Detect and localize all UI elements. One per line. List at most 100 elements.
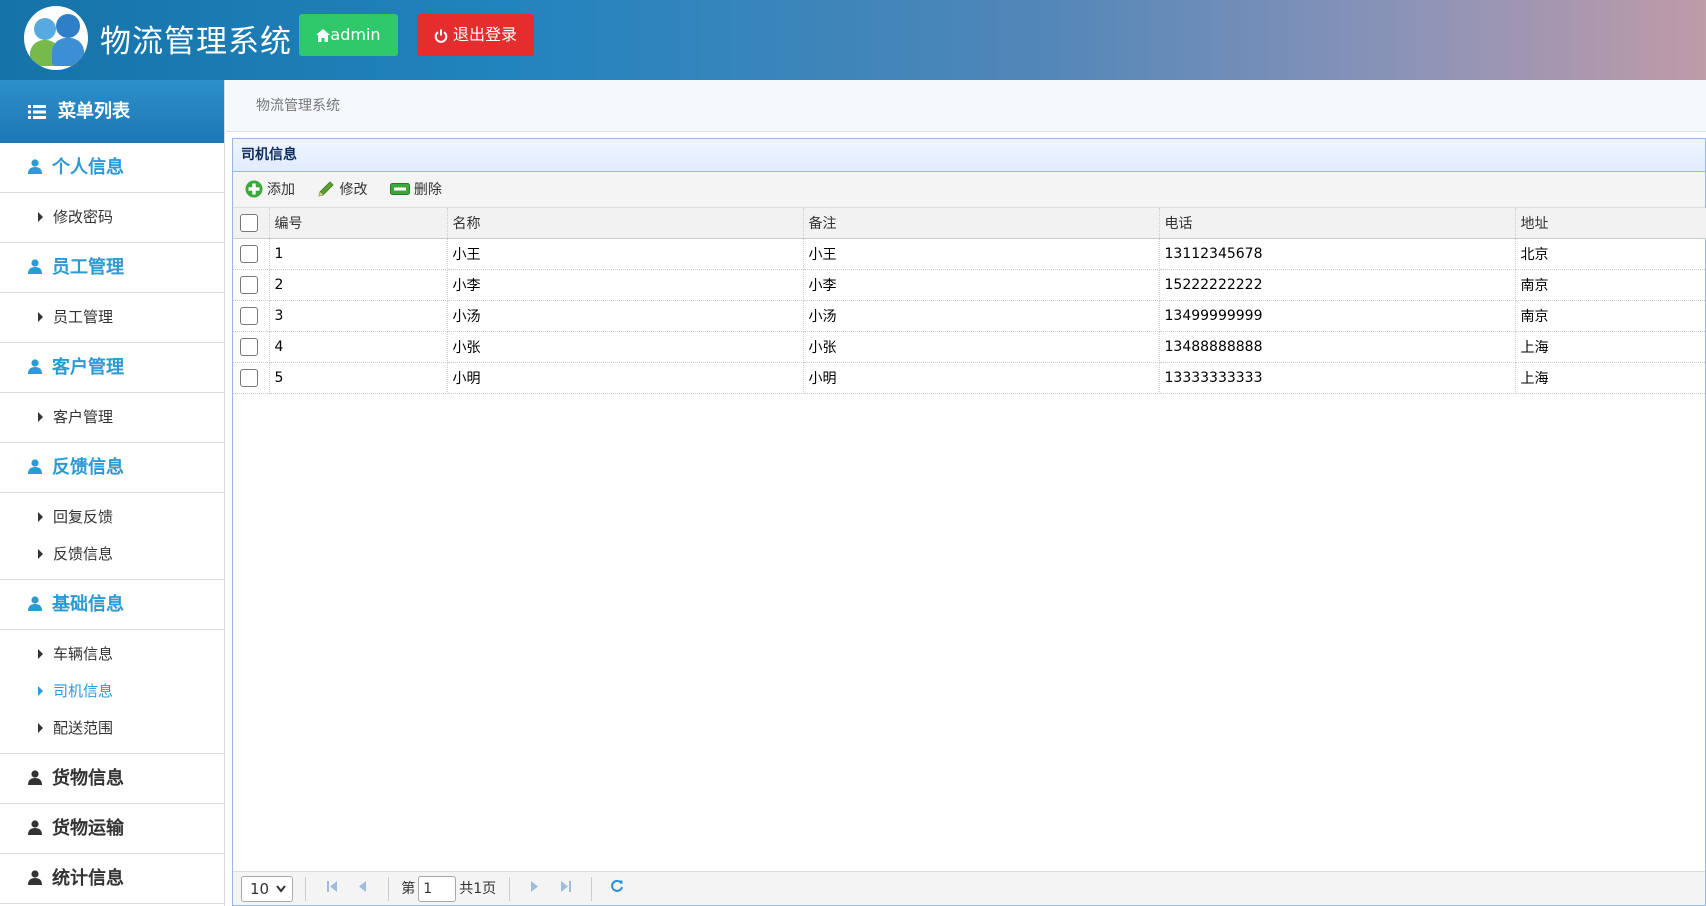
menu-group-label: 统计信息 [52,868,124,889]
pagination-bar: 10 第 1 共1页 [233,871,1705,905]
table-row[interactable]: 3 小汤 小汤 13499999999 南京 [233,300,1706,332]
column-header[interactable]: 备注 [803,208,1160,239]
table-cell: 5 [269,362,448,394]
menu-group-customer[interactable]: 客户管理 [0,343,224,393]
app-logo [24,6,88,70]
table-cell: 小张 [447,331,804,363]
select-all-checkbox[interactable] [240,213,258,232]
row-select-cell [233,300,270,332]
row-checkbox[interactable] [240,244,258,263]
menu-group-label: 员工管理 [52,257,124,278]
first-page-icon [326,881,337,892]
caret-right-icon [38,722,43,733]
table-cell: 小汤 [803,300,1160,332]
sidebar-item-vehicle-info[interactable]: 车辆信息 [0,636,224,673]
chevron-down-icon [276,885,286,893]
logout-button[interactable]: 退出登录 [417,14,534,56]
menu-group-staff[interactable]: 员工管理 [0,243,224,293]
edit-label: 修改 [339,182,368,198]
submenu-basic-info: 车辆信息 司机信息 配送范围 [0,630,224,754]
submenu-staff: 员工管理 [0,293,224,343]
submenu-feedback: 回复反馈 反馈信息 [0,493,224,580]
column-header[interactable]: 电话 [1159,208,1516,239]
sidebar-item-label: 客户管理 [53,408,114,426]
table-cell: 1 [269,238,448,270]
menu-group-goods-transport[interactable]: 货物运输 [0,804,224,854]
table-row[interactable]: 4 小张 小张 13488888888 上海 [233,331,1706,363]
sidebar-item-delivery-range[interactable]: 配送范围 [0,710,224,747]
edit-button[interactable]: 修改 [317,172,367,208]
row-checkbox[interactable] [240,368,258,387]
select-all-cell [233,208,270,239]
top-header: 物流管理系统 admin 退出登录 [0,0,1706,80]
caret-right-icon [38,311,43,322]
row-select-cell [233,269,270,301]
table-row[interactable]: 2 小李 小李 15222222222 南京 [233,269,1706,301]
user-icon [28,770,42,785]
next-page-button[interactable] [522,872,548,906]
sidebar-item-driver-info[interactable]: 司机信息 [0,673,224,710]
home-icon [316,29,331,42]
panel-title: 司机信息 [233,139,1705,172]
sidebar-item-customer[interactable]: 客户管理 [0,399,224,436]
driver-info-panel: 司机信息 添加 修改 删除 编号 名称 备注 电话 地址 1 小王 小王 131… [232,138,1706,906]
sidebar-item-label: 修改密码 [53,208,114,226]
row-checkbox[interactable] [240,275,258,294]
menu-group-statistics[interactable]: 统计信息 [0,854,224,904]
table-cell: 北京 [1515,238,1706,270]
last-page-icon [560,881,571,892]
caret-right-icon [38,548,43,559]
prev-page-button[interactable] [349,872,375,906]
add-button[interactable]: 添加 [245,172,295,208]
user-icon [28,596,42,611]
menu-group-label: 反馈信息 [52,457,124,478]
menu-group-label: 个人信息 [52,157,124,178]
refresh-button[interactable] [604,872,630,906]
list-icon [28,105,46,119]
table-cell: 小明 [803,362,1160,394]
sidebar: 菜单列表 个人信息 修改密码 员工管理 员工管理 客户管理 客户管理 反馈信息 … [0,80,225,906]
table-cell: 小李 [803,269,1160,301]
table-cell: 4 [269,331,448,363]
table-cell: 13333333333 [1159,362,1516,394]
page-size-select[interactable]: 10 [241,876,293,902]
row-checkbox[interactable] [240,337,258,356]
table-row[interactable]: 5 小明 小明 13333333333 上海 [233,362,1706,394]
pager-separator [387,877,389,901]
column-header[interactable]: 名称 [447,208,804,239]
page-number-input[interactable]: 1 [418,876,457,902]
table-cell: 上海 [1515,331,1706,363]
menu-group-basic-info[interactable]: 基础信息 [0,580,224,630]
sidebar-item-staff[interactable]: 员工管理 [0,299,224,336]
table-cell: 小李 [447,269,804,301]
table-cell: 南京 [1515,269,1706,301]
menu-group-personal[interactable]: 个人信息 [0,143,224,193]
table-row[interactable]: 1 小王 小王 13112345678 北京 [233,238,1706,270]
toolbar: 添加 修改 删除 [233,172,1705,208]
row-select-cell [233,238,270,270]
row-checkbox[interactable] [240,306,258,325]
table-cell: 13499999999 [1159,300,1516,332]
menu-group-goods-info[interactable]: 货物信息 [0,754,224,804]
submenu-customer: 客户管理 [0,393,224,443]
pencil-icon [318,180,335,197]
user-icon [28,159,42,174]
table-cell: 上海 [1515,362,1706,394]
first-page-button[interactable] [319,872,345,906]
sidebar-item-reply-feedback[interactable]: 回复反馈 [0,499,224,536]
sidebar-item-feedback-info[interactable]: 反馈信息 [0,536,224,573]
column-header[interactable]: 地址 [1515,208,1706,239]
table-cell: 南京 [1515,300,1706,332]
admin-button[interactable]: admin [299,14,398,56]
last-page-button[interactable] [553,872,579,906]
table-cell: 小汤 [447,300,804,332]
sidebar-item-change-password[interactable]: 修改密码 [0,199,224,236]
pager-separator [591,877,592,901]
menu-heading-label: 菜单列表 [58,101,130,122]
caret-right-icon [38,511,43,522]
menu-heading: 菜单列表 [0,80,224,143]
menu-group-feedback[interactable]: 反馈信息 [0,443,224,493]
delete-button[interactable]: 删除 [389,172,442,208]
column-header[interactable]: 编号 [269,208,448,239]
table-cell: 15222222222 [1159,269,1516,301]
